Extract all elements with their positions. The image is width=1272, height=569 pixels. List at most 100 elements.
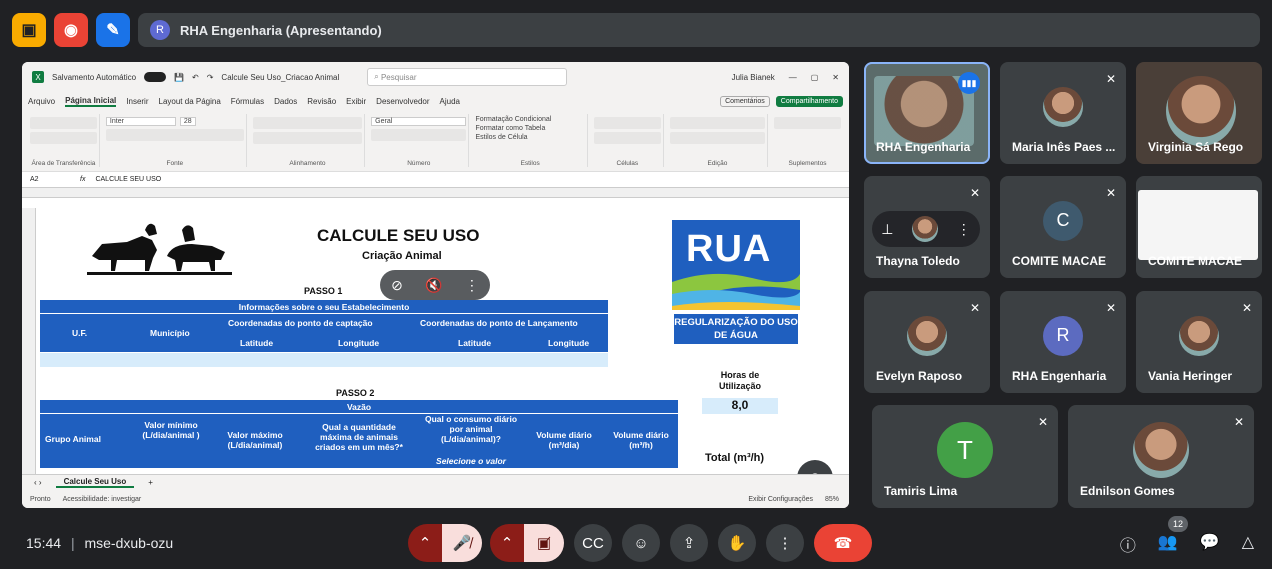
excel-status-bar: Pronto Acessibilidade: investigar Exibir… [22,490,849,508]
participant-tile[interactable]: T ✕ Tamiris Lima [872,405,1058,508]
excel-ribbon: Área de Transferência Inter 28 Fonte Ali… [22,110,849,172]
participant-name: COMITE MACAE [1012,254,1106,268]
prev-sheet-icon[interactable]: ‹ › [34,478,42,487]
participant-tile[interactable]: COMITE MACAE [1136,176,1262,278]
ribbon-editing[interactable]: Edição [668,114,769,167]
info-input-row[interactable] [40,353,608,367]
info-header: Informações sobre o seu Estabelecimento [40,300,608,313]
name-box[interactable]: A2 [30,176,70,183]
end-call-icon[interactable]: ☎ [814,524,872,562]
menu-inserir[interactable]: Inserir [126,97,148,106]
menu-pagina-inicial[interactable]: Página Inicial [65,96,117,107]
more-options-icon[interactable]: ⋮ [465,277,479,294]
share-button[interactable]: Compartilhamento [775,95,843,107]
participant-tile[interactable]: Virginia Sá Rego [1136,62,1262,164]
participant-photo [907,315,947,356]
font-name-select[interactable]: Inter [105,117,176,126]
rua-waves-icon [672,273,800,310]
participant-name: Tamiris Lima [884,484,958,498]
volume-diario-h-header: Volume diário (m³/h) [613,430,669,450]
participant-tile[interactable]: ✕ Evelyn Raposo [864,291,990,393]
font-size-select[interactable]: 28 [179,117,196,126]
ribbon-clipboard[interactable]: Área de Transferência [28,114,100,167]
camera-options-icon[interactable]: ⌃ [490,524,524,562]
ribbon-styles[interactable]: Formatação Condicional Formatar como Tab… [473,114,588,167]
participant-tile[interactable]: R ✕ RHA Engenharia [1000,291,1126,393]
municipio-header: Município [150,328,190,338]
annotate-icon[interactable]: ✎ [96,13,130,47]
participant-tile[interactable]: ✕ Vania Heringer [1136,291,1262,393]
mic-off-icon: ✕ [1037,415,1048,429]
mute-presentation-icon[interactable]: 🔇 [425,277,442,294]
raise-hand-icon[interactable]: ✋ [718,524,756,562]
menu-formulas[interactable]: Fórmulas [231,97,264,106]
ribbon-addins[interactable]: Suplementos [772,114,843,167]
restore-icon[interactable]: ▢ [811,73,819,82]
volume-diario-header: Volume diário (m³/dia) [536,430,592,450]
ribbon-font[interactable]: Inter 28 Fonte [104,114,247,167]
mic-off-icon[interactable]: 🎤̸ [442,524,482,562]
ribbon-cells[interactable]: Células [592,114,664,167]
ribbon-alignment[interactable]: Alinhamento [251,114,366,167]
participant-tile[interactable]: ▮▮▮ RHA Engenharia [864,62,990,164]
horas-label: Horas de Utilização [718,370,761,391]
chat-icon[interactable]: 💬 [1200,532,1220,556]
accessibility-status[interactable]: Acessibilidade: investigar [63,496,142,503]
formula-input[interactable]: CALCULE SEU USO [95,176,161,183]
horas-value[interactable]: 8,0 [702,398,778,414]
save-icon[interactable]: 💾 [174,73,184,82]
participant-tile[interactable]: C ✕ COMITE MACAE [1000,176,1126,278]
mic-options-icon[interactable]: ⌃ [408,524,442,562]
people-icon[interactable]: 👥 [1158,532,1178,556]
more-options-icon[interactable]: ⋮ [957,221,971,238]
close-icon[interactable]: ✕ [832,73,839,82]
participant-tile[interactable]: ✕ Maria Inês Paes ... [1000,62,1126,164]
total-label: Total (m³/h) [705,452,765,464]
activities-icon[interactable]: △ [1242,532,1254,556]
autosave-toggle[interactable] [144,72,167,82]
participant-name: COMITE MACAE [1148,254,1242,268]
menu-ajuda[interactable]: Ajuda [440,97,460,106]
redo-icon[interactable]: ↷ [207,73,214,82]
menu-arquivo[interactable]: Arquivo [28,97,55,106]
participant-tile[interactable]: ✕ ⊥ ⋮ Thayna Toledo [864,176,990,278]
menu-exibir[interactable]: Exibir [346,97,366,106]
excel-search-input[interactable]: ⌕ Pesquisar [367,68,568,86]
longitude-captacao: Longitude [338,338,380,348]
emoji-icon[interactable]: ☺ [622,524,660,562]
meeting-code[interactable]: mse-dxub-ozu [84,535,173,551]
sheet-tab-calcule[interactable]: Calcule Seu Uso [55,477,135,488]
menu-layout[interactable]: Layout da Página [159,97,221,106]
zoom-level[interactable]: 85% [825,496,839,503]
display-settings[interactable]: Exibir Configurações [748,496,813,503]
spreadsheet-grid[interactable]: CALCULE SEU USO Criação Animal PASSO 1 I… [22,208,842,496]
bottom-bar: 15:44 | mse-dxub-ozu ⌃ 🎤̸ ⌃ ▣̸ CC ☺ ⇪ ✋ … [0,514,1272,569]
camera-off-icon[interactable]: ▣̸ [524,524,564,562]
record-icon[interactable]: ◉ [54,13,88,47]
menu-revisao[interactable]: Revisão [307,97,336,106]
present-screen-icon[interactable]: ⇪ [670,524,708,562]
pin-off-icon[interactable]: ⊘ [391,277,403,294]
meeting-info: 15:44 | mse-dxub-ozu [26,535,174,551]
uf-header: U.F. [72,328,88,338]
more-options-icon[interactable]: ⋮ [766,524,804,562]
file-name[interactable]: Calcule Seu Uso_Criacao Animal [221,73,339,82]
participant-photo [1133,422,1189,479]
minimize-icon[interactable]: — [789,73,797,82]
comments-button[interactable]: Comentários [720,95,770,107]
menu-desenvolvedor[interactable]: Desenvolvedor [376,97,429,106]
participant-tile[interactable]: ✕ Ednilson Gomes [1068,405,1254,508]
ribbon-number[interactable]: Geral Número [369,114,470,167]
stop-presenting-icon[interactable]: ▣ [12,13,46,47]
menu-dados[interactable]: Dados [274,97,297,106]
valor-maximo-header: Valor máximo (L/dia/animal) [227,430,283,450]
undo-icon[interactable]: ↶ [192,73,199,82]
info-icon[interactable]: ⓘ [1120,532,1136,556]
participant-video [1166,76,1236,146]
number-format-select[interactable]: Geral [371,117,467,126]
add-sheet-icon[interactable]: + [148,478,153,487]
pin-icon[interactable]: ⊥ [881,221,893,238]
captions-icon[interactable]: CC [574,524,612,562]
longitude-lancamento: Longitude [548,338,590,348]
participant-name: RHA Engenharia [1012,369,1107,383]
